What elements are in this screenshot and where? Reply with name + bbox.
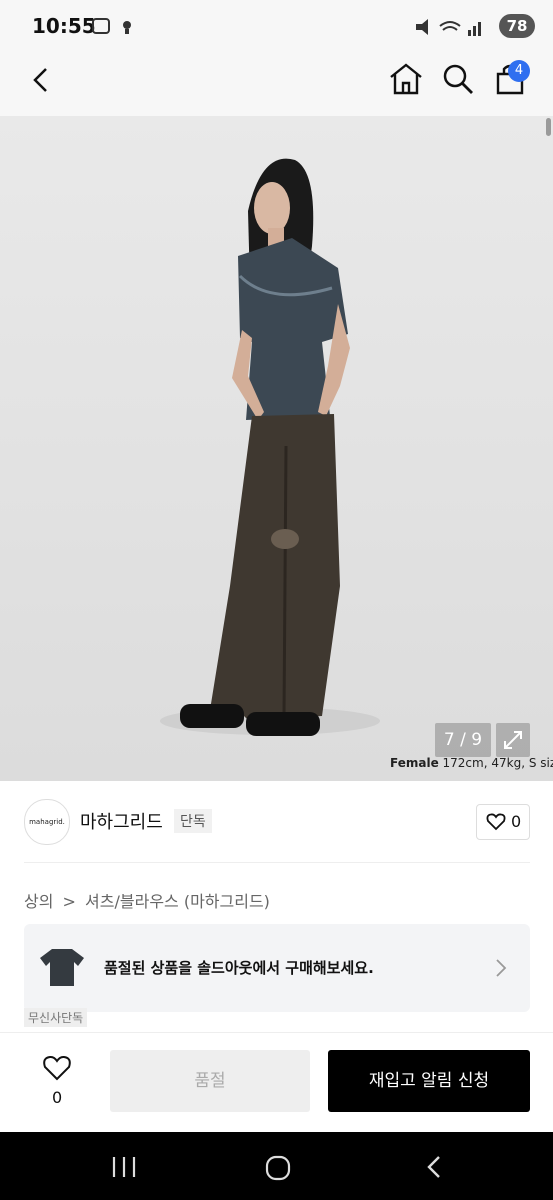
breadcrumb-category[interactable]: 상의 xyxy=(24,888,53,912)
status-notification-icons xyxy=(92,18,131,34)
cart-count-badge: 4 xyxy=(508,60,530,82)
back-nav-icon[interactable] xyxy=(422,1154,446,1182)
model-photo xyxy=(160,158,380,736)
soldout-banner-text: 품절된 상품을 솔드아웃에서 구매해보세요. xyxy=(104,959,374,977)
recent-apps-icon[interactable] xyxy=(110,1154,138,1180)
image-pager: 7 / 9 xyxy=(435,723,491,757)
breadcrumb: 상의 > 셔츠/블라우스 (마하그리드) xyxy=(24,888,270,912)
soldout-button[interactable]: 품절 xyxy=(110,1050,310,1112)
breadcrumb-subcategory[interactable]: 셔츠/블라우스 (마하그리드) xyxy=(85,888,270,912)
heart-icon xyxy=(486,813,506,831)
brand-logo[interactable]: mahagrid. xyxy=(24,799,70,845)
brand-like-button[interactable]: 0 xyxy=(476,804,530,840)
expand-icon xyxy=(504,731,522,749)
model-info: Female 172cm, 47kg, S size xyxy=(390,756,553,770)
brand-name[interactable]: 마하그리드 xyxy=(80,808,163,834)
status-time: 10:55 xyxy=(32,14,96,38)
brand-like-count: 0 xyxy=(511,812,522,831)
home-icon[interactable] xyxy=(388,62,424,96)
expand-image-button[interactable] xyxy=(496,723,530,757)
exclusive-badge: 단독 xyxy=(174,809,212,833)
chevron-right-icon xyxy=(496,959,507,977)
wishlist-count: 0 xyxy=(52,1088,63,1107)
breadcrumb-separator: > xyxy=(62,892,76,911)
product-image[interactable] xyxy=(0,116,553,781)
shirt-thumbnail-icon xyxy=(40,949,84,986)
home-nav-icon[interactable] xyxy=(264,1154,294,1182)
page-scrollbar[interactable] xyxy=(546,118,551,136)
wishlist-heart-icon[interactable] xyxy=(42,1054,72,1082)
model-gender: Female xyxy=(390,756,439,770)
restock-alert-button[interactable]: 재입고 알림 신청 xyxy=(328,1050,530,1112)
status-signal-icons xyxy=(416,19,481,36)
divider xyxy=(24,862,530,863)
back-icon[interactable] xyxy=(28,66,54,94)
search-icon[interactable] xyxy=(442,63,474,95)
battery-level: 78 xyxy=(499,14,535,38)
exclusive-tag: 무신사단독 xyxy=(24,1008,88,1027)
model-spec: 172cm, 47kg, S size xyxy=(442,756,553,770)
